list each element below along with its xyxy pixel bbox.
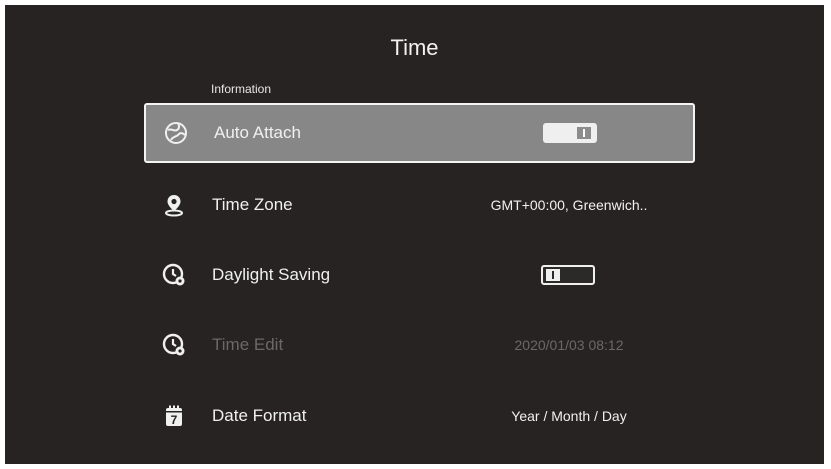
clock-settings-icon (162, 333, 185, 356)
clock-settings-icon (162, 263, 185, 286)
time-edit-value: 2020/01/03 08:12 (514, 337, 624, 353)
setting-label: Time Edit (212, 335, 284, 354)
daylight-saving-toggle[interactable] (541, 265, 595, 285)
time-settings-screen: Time Information Auto Attach Time Zone G… (5, 5, 824, 464)
toggle-knob (577, 127, 591, 139)
location-pin-icon (165, 195, 183, 217)
setting-row-time-edit: Time Edit 2020/01/03 08:12 (144, 315, 695, 375)
globe-icon (165, 122, 187, 144)
page-title: Time (390, 35, 439, 60)
setting-row-time-zone[interactable]: Time Zone GMT+00:00, Greenwich.. (144, 175, 695, 235)
setting-row-auto-attach[interactable]: Auto Attach (144, 103, 695, 163)
calendar-icon: 7 (166, 405, 182, 427)
setting-label: Auto Attach (214, 123, 301, 142)
time-zone-value: GMT+00:00, Greenwich.. (490, 197, 648, 213)
setting-label: Date Format (212, 406, 307, 425)
setting-row-daylight-saving[interactable]: Daylight Saving (144, 245, 695, 305)
svg-text:7: 7 (171, 413, 178, 427)
setting-row-date-format[interactable]: 7 Date Format Year / Month / Day (144, 386, 695, 446)
setting-label: Time Zone (212, 195, 293, 214)
auto-attach-toggle[interactable] (543, 123, 597, 143)
setting-label: Daylight Saving (212, 265, 331, 284)
date-format-value: Year / Month / Day (511, 408, 627, 424)
toggle-knob (546, 269, 560, 281)
section-label: Information (211, 82, 272, 96)
